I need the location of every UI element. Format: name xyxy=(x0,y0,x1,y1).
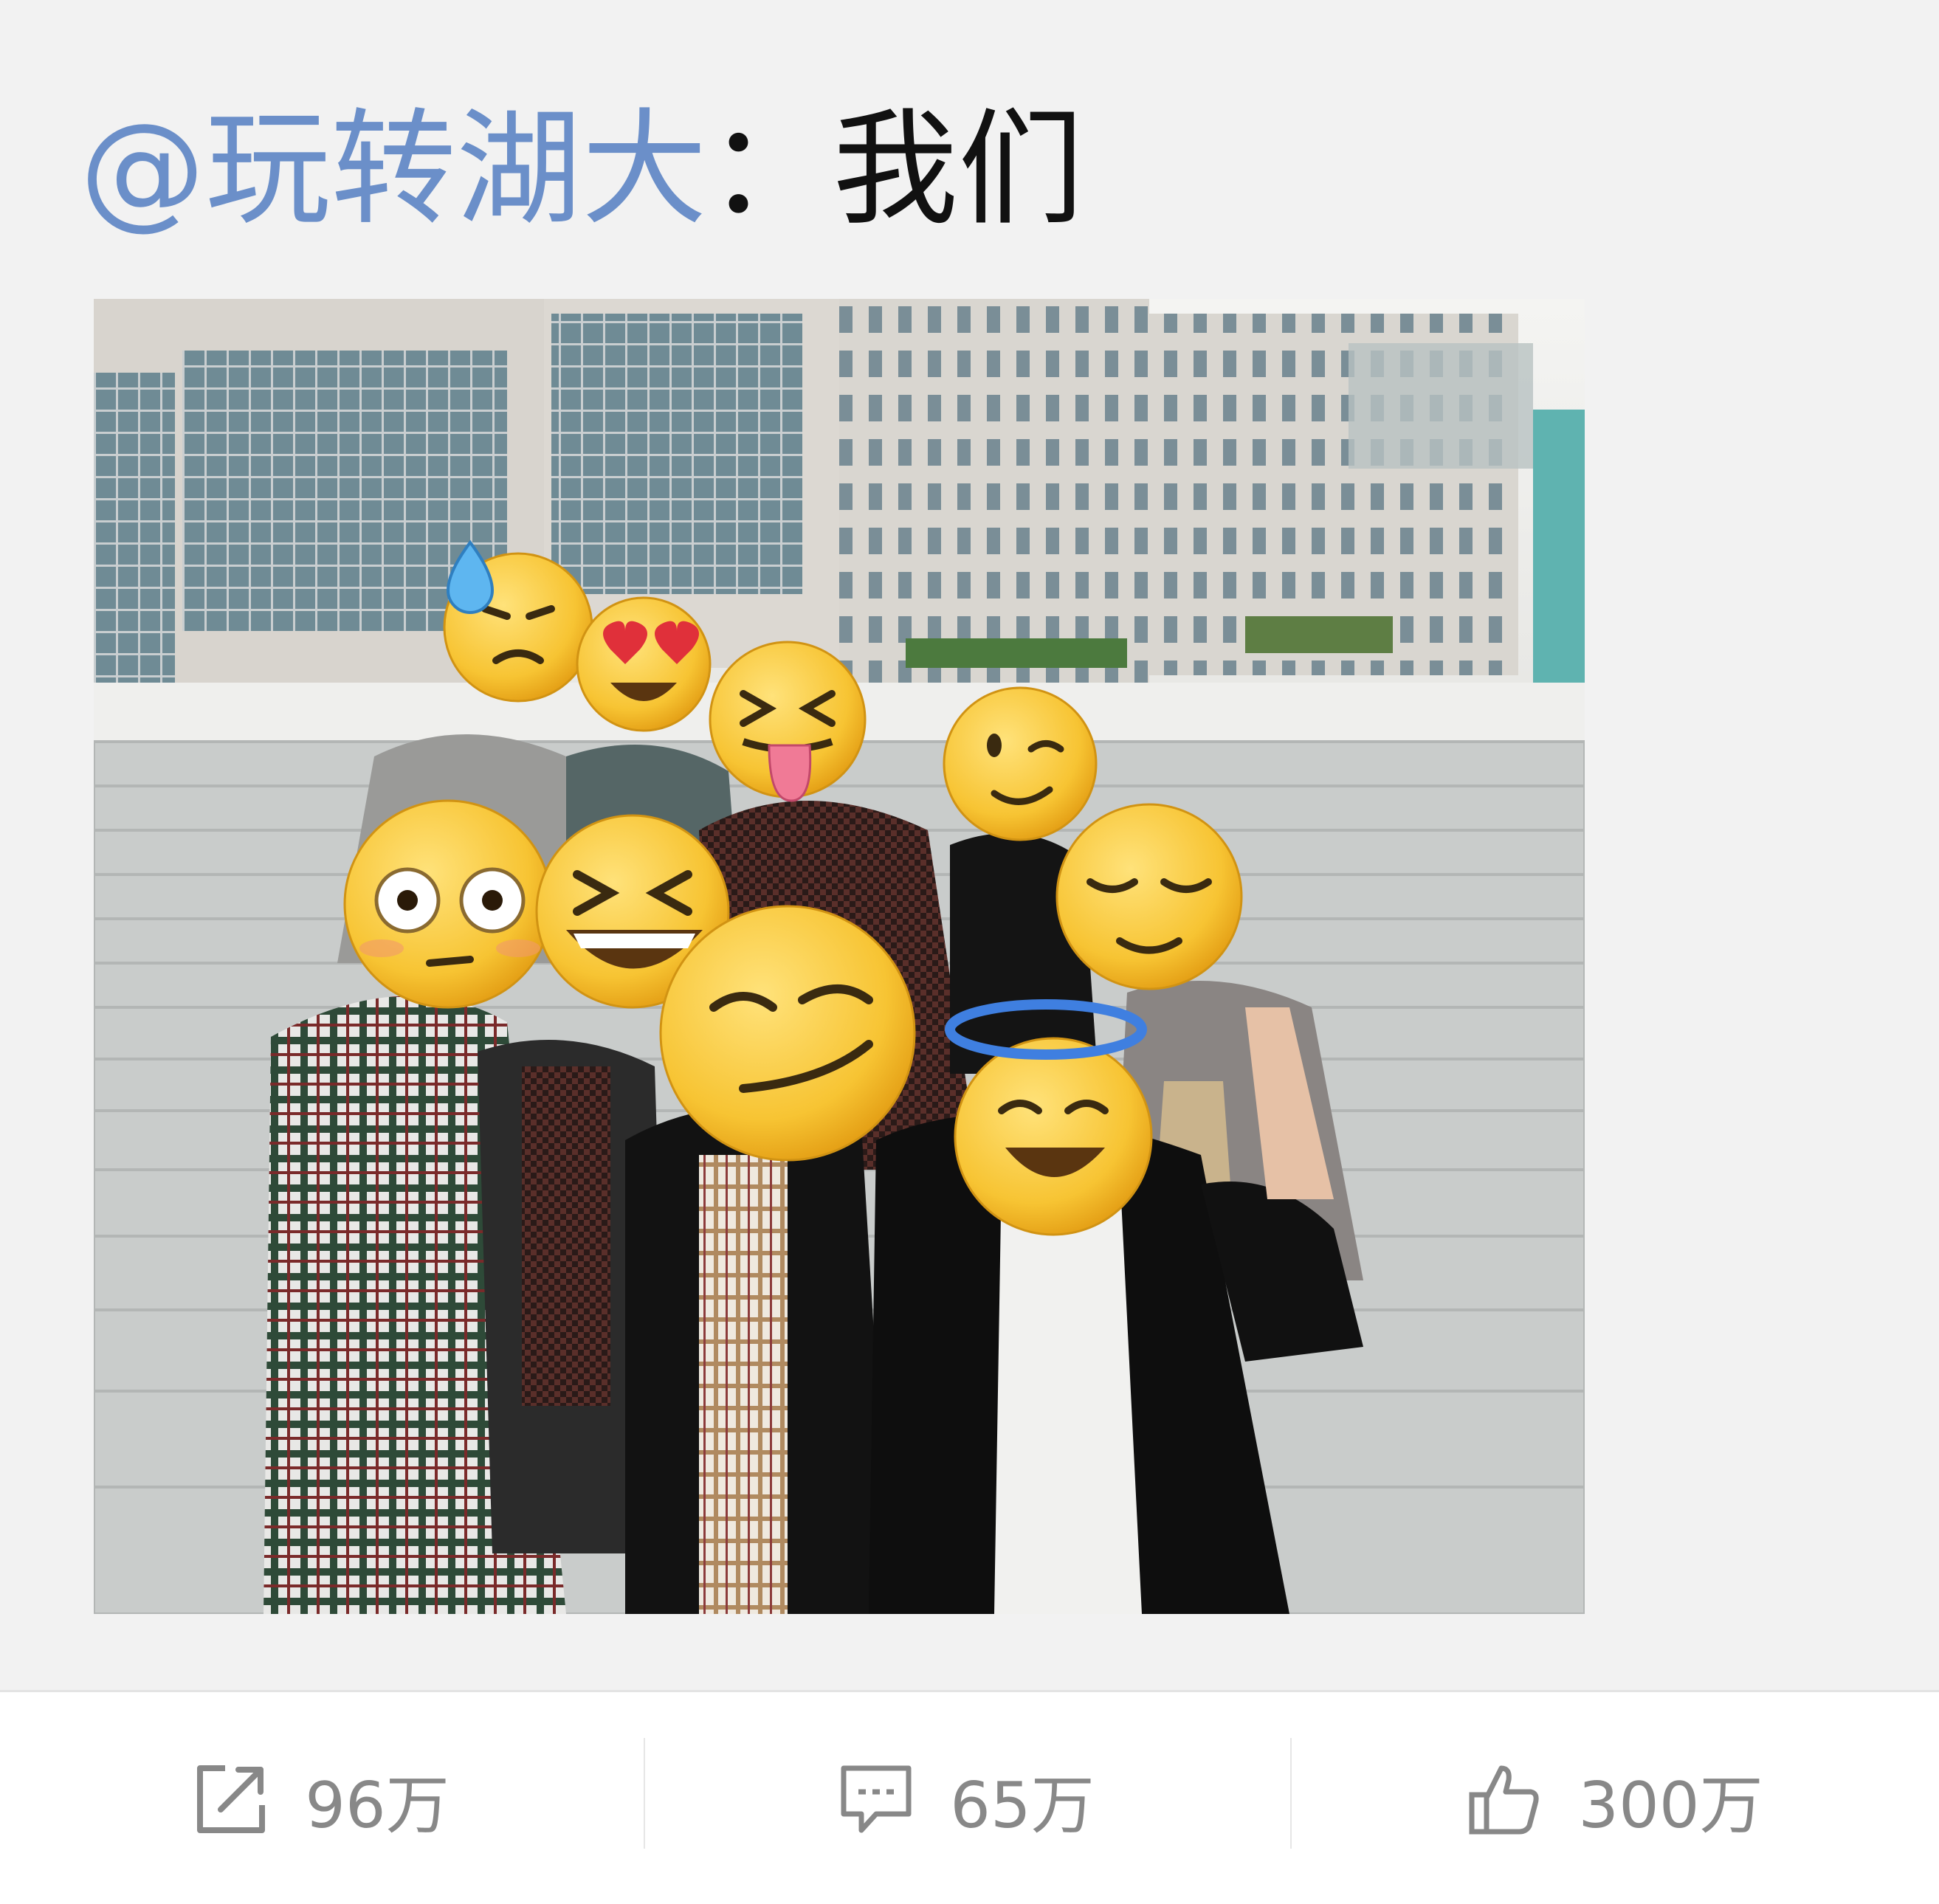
post-photo[interactable] xyxy=(94,299,1585,1614)
like-count: 300万 xyxy=(1578,1768,1763,1843)
thumbs-up-icon xyxy=(1467,1762,1541,1836)
post-content-area: @玩转湖大：我们 xyxy=(0,0,1939,1684)
winking-emoji xyxy=(943,686,1098,841)
post-separator: ： xyxy=(707,97,833,243)
action-bar: 96万 65万 300万 xyxy=(0,1690,1939,1904)
comment-icon xyxy=(839,1762,913,1836)
post-body-text: 我们 xyxy=(833,97,1084,243)
repost-button[interactable]: 96万 xyxy=(0,1692,644,1904)
smirking-emoji xyxy=(659,905,916,1162)
weibo-post-screen: @玩转湖大：我们 96万 65万 300万 xyxy=(0,0,1939,1904)
post-text: @玩转湖大：我们 xyxy=(80,96,1084,244)
share-icon xyxy=(194,1762,268,1836)
repost-count: 96万 xyxy=(305,1768,450,1843)
like-button[interactable]: 300万 xyxy=(1292,1692,1939,1904)
comment-count: 65万 xyxy=(950,1768,1095,1843)
comment-button[interactable]: 65万 xyxy=(645,1692,1289,1904)
relieved-emoji xyxy=(1055,803,1243,990)
flushed-emoji xyxy=(343,799,553,1009)
mention-link[interactable]: @玩转湖大 xyxy=(80,97,707,243)
heart-eyes-emoji xyxy=(576,596,712,732)
